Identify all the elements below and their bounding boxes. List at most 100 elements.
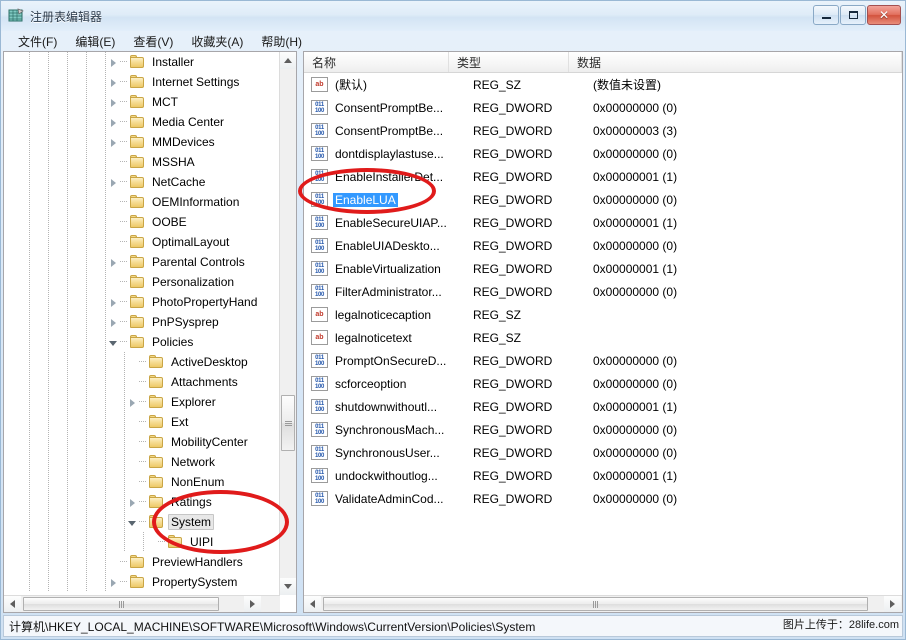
- table-row[interactable]: ablegalnoticetextREG_SZ: [304, 326, 902, 349]
- chevron-right-icon[interactable]: [126, 396, 139, 409]
- menu-edit[interactable]: 编辑(E): [66, 31, 124, 52]
- tree-guide-line: [48, 432, 49, 452]
- table-row[interactable]: 011100FilterAdministrator...REG_DWORD0x0…: [304, 280, 902, 303]
- table-row[interactable]: 011100PromptOnSecureD...REG_DWORD0x00000…: [304, 349, 902, 372]
- table-row[interactable]: ab(默认)REG_SZ(数值未设置): [304, 73, 902, 96]
- tree-item[interactable]: Policies: [4, 332, 280, 352]
- table-row[interactable]: 011100EnableVirtualizationREG_DWORD0x000…: [304, 257, 902, 280]
- tree-item[interactable]: PnPSysprep: [4, 312, 280, 332]
- table-row[interactable]: 011100EnableInstallerDet...REG_DWORD0x00…: [304, 165, 902, 188]
- table-row[interactable]: 011100ConsentPromptBe...REG_DWORD0x00000…: [304, 96, 902, 119]
- scroll-up-button[interactable]: [280, 52, 296, 69]
- column-name[interactable]: 名称: [304, 52, 449, 72]
- list-horizontal-scrollbar[interactable]: [304, 595, 902, 612]
- tree-guide-line: [48, 512, 49, 532]
- table-row[interactable]: ablegalnoticecaptionREG_SZ: [304, 303, 902, 326]
- tree-item[interactable]: UIPI: [4, 532, 280, 552]
- registry-values-list[interactable]: ab(默认)REG_SZ(数值未设置)011100ConsentPromptBe…: [304, 73, 902, 595]
- tree-item[interactable]: NetCache: [4, 172, 280, 192]
- column-data[interactable]: 数据: [569, 52, 902, 72]
- column-type[interactable]: 类型: [449, 52, 569, 72]
- tree-item[interactable]: NonEnum: [4, 472, 280, 492]
- tree-scroll-thumb[interactable]: [281, 395, 295, 451]
- tree-guide-line: [48, 452, 49, 472]
- tree-guide-line: [105, 512, 106, 532]
- tree-item[interactable]: PropertySystem: [4, 572, 280, 592]
- table-row[interactable]: 011100scforceoptionREG_DWORD0x00000000 (…: [304, 372, 902, 395]
- tree-item[interactable]: MSSHA: [4, 152, 280, 172]
- tree-item[interactable]: PreviewHandlers: [4, 552, 280, 572]
- tree-item[interactable]: Ratings: [4, 492, 280, 512]
- chevron-right-icon[interactable]: [107, 256, 120, 269]
- tree-item[interactable]: OOBE: [4, 212, 280, 232]
- scroll-down-button[interactable]: [280, 578, 296, 595]
- maximize-button[interactable]: [840, 5, 866, 25]
- table-row[interactable]: 011100dontdisplaylastuse...REG_DWORD0x00…: [304, 142, 902, 165]
- chevron-right-icon[interactable]: [107, 296, 120, 309]
- chevron-right-icon[interactable]: [107, 136, 120, 149]
- table-row[interactable]: 011100shutdownwithoutl...REG_DWORD0x0000…: [304, 395, 902, 418]
- tree-item[interactable]: ActiveDesktop: [4, 352, 280, 372]
- chevron-down-icon[interactable]: [126, 516, 139, 529]
- table-row[interactable]: 011100EnableUIADeskto...REG_DWORD0x00000…: [304, 234, 902, 257]
- tree-item[interactable]: Ext: [4, 412, 280, 432]
- tree-guide-line: [86, 552, 87, 572]
- tree-item[interactable]: Network: [4, 452, 280, 472]
- chevron-right-icon[interactable]: [107, 576, 120, 589]
- tree-item[interactable]: OptimalLayout: [4, 232, 280, 252]
- chevron-right-icon[interactable]: [107, 96, 120, 109]
- tree-item[interactable]: Attachments: [4, 372, 280, 392]
- value-type-cell: REG_DWORD: [473, 400, 593, 414]
- list-hscroll-thumb[interactable]: [323, 597, 868, 611]
- tree-guide-line: [29, 312, 30, 332]
- chevron-right-icon[interactable]: [107, 316, 120, 329]
- value-name: SynchronousMach...: [333, 423, 446, 437]
- registry-tree[interactable]: InstallerInternet SettingsMCTMedia Cente…: [4, 52, 280, 595]
- menu-file[interactable]: 文件(F): [9, 31, 66, 52]
- value-type-cell: REG_DWORD: [473, 193, 593, 207]
- tree-item[interactable]: Parental Controls: [4, 252, 280, 272]
- chevron-right-icon[interactable]: [107, 176, 120, 189]
- tree-item-label: Network: [168, 454, 218, 470]
- tree-vertical-scrollbar[interactable]: [279, 52, 296, 595]
- tree-item[interactable]: Internet Settings: [4, 72, 280, 92]
- tree-item[interactable]: Installer: [4, 52, 280, 72]
- tree-guide-line: [124, 352, 125, 372]
- table-row[interactable]: 011100SynchronousUser...REG_DWORD0x00000…: [304, 441, 902, 464]
- chevron-right-icon[interactable]: [107, 116, 120, 129]
- tree-guide-line: [105, 352, 106, 372]
- chevron-right-icon[interactable]: [107, 56, 120, 69]
- chevron-right-icon[interactable]: [107, 76, 120, 89]
- menu-view[interactable]: 查看(V): [124, 31, 182, 52]
- table-row[interactable]: 011100SynchronousMach...REG_DWORD0x00000…: [304, 418, 902, 441]
- menu-help[interactable]: 帮助(H): [252, 31, 311, 52]
- tree-item[interactable]: OEMInformation: [4, 192, 280, 212]
- chevron-right-icon[interactable]: [126, 496, 139, 509]
- table-row[interactable]: 011100ValidateAdminCod...REG_DWORD0x0000…: [304, 487, 902, 510]
- tree-item[interactable]: MCT: [4, 92, 280, 112]
- close-button[interactable]: ✕: [867, 5, 901, 25]
- tree-item[interactable]: Media Center: [4, 112, 280, 132]
- table-row[interactable]: 011100EnableSecureUIAP...REG_DWORD0x0000…: [304, 211, 902, 234]
- minimize-button[interactable]: [813, 5, 839, 25]
- tree-item[interactable]: System: [4, 512, 280, 532]
- table-row[interactable]: 011100ConsentPromptBe...REG_DWORD0x00000…: [304, 119, 902, 142]
- table-row[interactable]: 011100undockwithoutlog...REG_DWORD0x0000…: [304, 464, 902, 487]
- tree-connector: [120, 272, 129, 292]
- chevron-down-icon[interactable]: [107, 336, 120, 349]
- tree-guide-line: [48, 352, 49, 372]
- menu-favorites[interactable]: 收藏夹(A): [182, 31, 252, 52]
- tree-item[interactable]: MMDevices: [4, 132, 280, 152]
- tree-item[interactable]: Personalization: [4, 272, 280, 292]
- list-scroll-left-button[interactable]: [304, 596, 321, 612]
- tree-hscroll-thumb[interactable]: [23, 597, 219, 611]
- table-row[interactable]: 011100EnableLUAREG_DWORD0x00000000 (0): [304, 188, 902, 211]
- tree-horizontal-scrollbar[interactable]: [4, 595, 280, 612]
- tree-item[interactable]: MobilityCenter: [4, 432, 280, 452]
- list-scroll-right-button[interactable]: [884, 596, 901, 612]
- tree-item[interactable]: PhotoPropertyHand: [4, 292, 280, 312]
- scroll-right-button[interactable]: [244, 596, 261, 612]
- tree-guide-line: [48, 572, 49, 592]
- scroll-left-button[interactable]: [4, 596, 21, 612]
- tree-item[interactable]: Explorer: [4, 392, 280, 412]
